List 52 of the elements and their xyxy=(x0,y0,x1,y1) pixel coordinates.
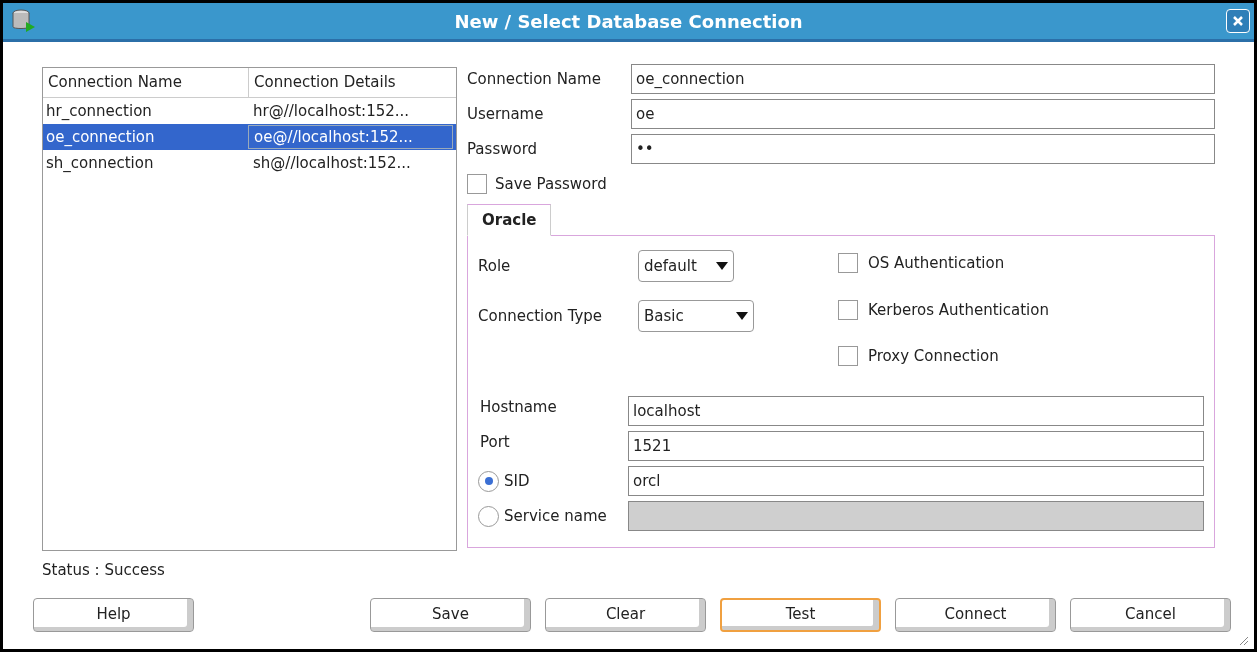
button[interactable]: Test xyxy=(720,597,881,632)
caret-icon xyxy=(716,262,728,270)
input-field[interactable]: orcl xyxy=(628,466,1204,496)
table-cell-text: oe_connection xyxy=(45,126,156,148)
button[interactable]: Help xyxy=(33,597,194,632)
dropdown[interactable]: Basic xyxy=(638,300,754,332)
radio-label: SID xyxy=(503,470,531,492)
column-header[interactable]: Connection Details xyxy=(248,68,453,97)
checkbox-label: Save Password xyxy=(495,173,607,195)
radio-label: Service name xyxy=(503,505,608,527)
button[interactable]: Cancel xyxy=(1070,597,1231,632)
checkbox[interactable] xyxy=(838,346,858,367)
caret-icon xyxy=(736,312,748,320)
table-cell: oe@//localhost:152... xyxy=(248,124,453,150)
checkbox[interactable] xyxy=(467,174,487,194)
column-header[interactable]: Connection Name xyxy=(43,68,248,97)
button[interactable]: Clear xyxy=(545,597,706,632)
field-label: Hostname xyxy=(479,397,558,418)
table-cell-text: hr@//localhost:152... xyxy=(252,100,411,122)
resize-grip-icon xyxy=(1237,634,1249,646)
table-cell-text: sh@//localhost:152... xyxy=(252,152,412,174)
button[interactable]: Connect xyxy=(895,597,1056,632)
tab[interactable]: Oracle xyxy=(467,204,552,236)
field-label: Username xyxy=(467,103,545,125)
field-label: Connection Type xyxy=(478,305,604,327)
table-row[interactable]: oe_connection oe@//localhost:152... xyxy=(43,124,456,150)
input-field[interactable]: localhost xyxy=(628,396,1204,426)
checkbox[interactable] xyxy=(838,299,858,320)
checkbox-label: OS Authentication xyxy=(868,253,1005,274)
table-row[interactable]: hr_connection hr@//localhost:152... xyxy=(43,98,456,124)
checkbox-label: Kerberos Authentication xyxy=(868,299,1049,321)
field-label: Port xyxy=(479,432,511,453)
input-field[interactable]: 1521 xyxy=(628,431,1204,461)
checkbox[interactable] xyxy=(838,253,858,274)
table-cell-text: hr_connection xyxy=(45,100,153,122)
dropdown[interactable]: default xyxy=(638,250,734,282)
table-row[interactable]: sh_connection sh@//localhost:152... xyxy=(43,150,456,176)
close-icon xyxy=(1232,15,1244,27)
radio-button[interactable] xyxy=(478,470,499,492)
close-button[interactable] xyxy=(1226,9,1250,33)
input-field[interactable]: oe_connection xyxy=(631,64,1215,94)
input-field[interactable]: oe xyxy=(631,99,1215,129)
field-label: Password xyxy=(467,138,539,160)
field-label: Connection Name xyxy=(467,68,602,90)
checkbox-label: Proxy Connection xyxy=(868,346,999,367)
status-text: Status : Success xyxy=(42,560,166,581)
field-label: Role xyxy=(478,255,512,277)
window-title: New / Select Database Connection xyxy=(453,9,804,34)
table-cell-text: sh_connection xyxy=(45,152,155,174)
input-field[interactable]: •• xyxy=(631,134,1215,164)
database-icon xyxy=(11,8,37,34)
button[interactable]: Save xyxy=(370,597,531,632)
